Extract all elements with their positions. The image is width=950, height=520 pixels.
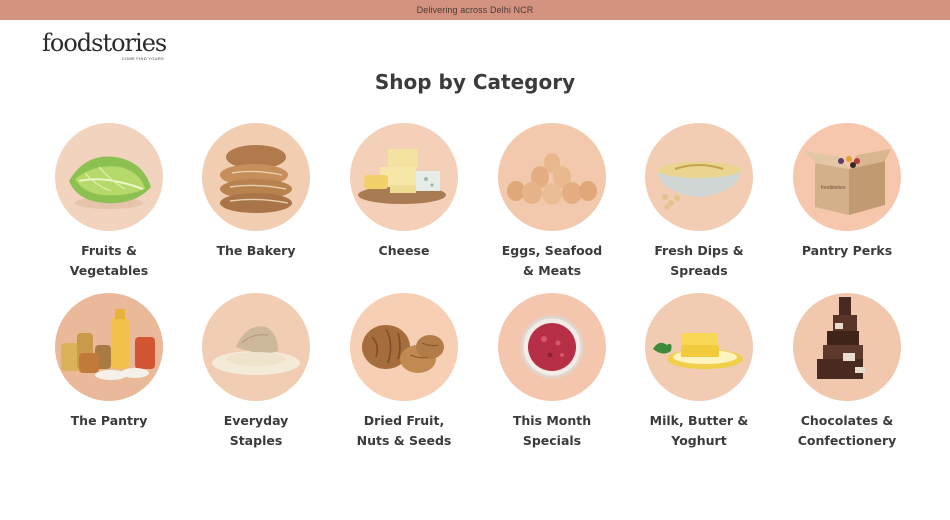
category-label: This Month Specials: [512, 413, 592, 448]
category-label: Fruits & Vegetables: [69, 243, 149, 278]
category-eggs-seafood-meats[interactable]: Eggs, Seafood & Meats: [482, 123, 622, 280]
category-grid: Fruits & Vegetables The Bakery Cheese Eg…: [0, 0, 950, 520]
jam-jar-icon: [520, 315, 584, 379]
category-label: Eggs, Seafood & Meats: [501, 243, 603, 278]
category-fresh-dips-spreads[interactable]: Fresh Dips & Spreads: [629, 123, 769, 280]
category-label: The Bakery: [216, 243, 296, 258]
category-cheese[interactable]: Cheese: [334, 123, 474, 261]
category-image: foodstories: [793, 123, 901, 231]
category-label: Dried Fruit, Nuts & Seeds: [356, 413, 452, 448]
eggs-icon: [507, 153, 597, 205]
category-image: [793, 293, 901, 401]
category-image: [498, 123, 606, 231]
category-the-pantry[interactable]: The Pantry: [39, 293, 179, 431]
category-dried-fruit-nuts-seeds[interactable]: Dried Fruit, Nuts & Seeds: [334, 293, 474, 450]
svg-text:foodstories: foodstories: [821, 185, 846, 191]
category-label: Cheese: [378, 243, 430, 258]
category-image: [202, 293, 310, 401]
lettuce-icon: [69, 156, 151, 209]
category-image: [55, 293, 163, 401]
dip-bowl-icon: [657, 162, 741, 210]
category-label: Milk, Butter & Yoghurt: [649, 413, 749, 448]
category-image: [350, 293, 458, 401]
category-everyday-staples[interactable]: Everyday Staples: [186, 293, 326, 450]
category-image: [498, 293, 606, 401]
category-image: [55, 123, 163, 231]
walnut-icon: [362, 325, 444, 373]
category-pantry-perks[interactable]: foodstories Pantry Perks: [777, 123, 917, 261]
category-the-bakery[interactable]: The Bakery: [186, 123, 326, 261]
category-image: [645, 293, 753, 401]
category-fruits-vegetables[interactable]: Fruits & Vegetables: [39, 123, 179, 280]
category-chocolates-confectionery[interactable]: Chocolates & Confectionery: [777, 293, 917, 450]
category-label: Everyday Staples: [223, 413, 289, 448]
category-image: [202, 123, 310, 231]
category-label: The Pantry: [70, 413, 148, 428]
chocolate-icon: [817, 297, 865, 379]
category-label: Fresh Dips & Spreads: [654, 243, 744, 278]
cheese-icon: [358, 149, 446, 204]
category-milk-butter-yoghurt[interactable]: Milk, Butter & Yoghurt: [629, 293, 769, 450]
category-image: [645, 123, 753, 231]
butter-icon: [653, 333, 743, 369]
category-image: [350, 123, 458, 231]
bread-icon: [220, 145, 292, 213]
box-icon: foodstories: [805, 149, 891, 215]
category-label: Chocolates & Confectionery: [797, 413, 897, 448]
category-label: Pantry Perks: [801, 243, 893, 258]
category-this-month-specials[interactable]: This Month Specials: [482, 293, 622, 450]
jars-icon: [61, 309, 155, 380]
flour-sack-icon: [212, 326, 300, 375]
